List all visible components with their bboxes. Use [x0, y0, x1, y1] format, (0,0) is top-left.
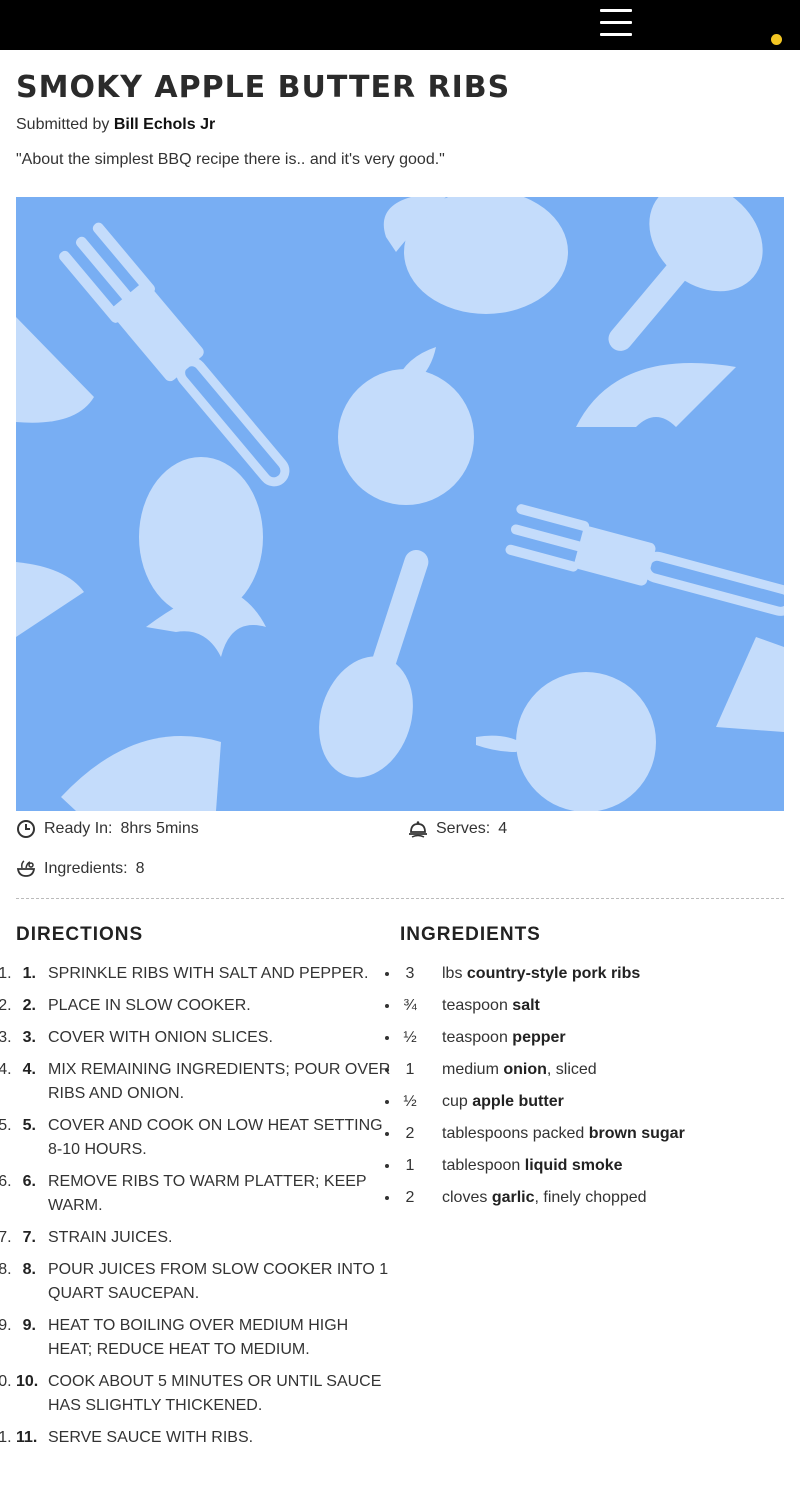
ingredient-unit: lbs: [442, 965, 463, 982]
ingredient-note: , finely chopped: [534, 1189, 647, 1206]
ingredient-name[interactable]: pepper: [512, 1029, 565, 1046]
ingredient-unit: teaspoon: [442, 1029, 508, 1046]
step-number: 8.: [22, 1261, 36, 1278]
direction-step: 5. Cover and cook on low heat setting 8-1…: [16, 1114, 396, 1162]
step-text: Cover and cook on low heat setting 8-10 …: [48, 1117, 383, 1158]
serves-value: 4: [498, 820, 508, 837]
ingredients-list: 3 lbs country-style pork ribs ¾ teaspoon s…: [400, 962, 784, 1218]
section-divider: [16, 898, 784, 899]
direction-step: 3. Cover with onion slices.: [16, 1026, 396, 1050]
ingredients-heading: INGREDIENTS: [400, 924, 541, 945]
ingredient-item: ½ cup apple butter: [400, 1090, 784, 1114]
ready-in-value: 8hrs 5mins: [120, 820, 199, 837]
step-text: Strain juices.: [48, 1229, 173, 1246]
step-number: 5.: [22, 1117, 36, 1134]
ready-in-label: Ready In:: [44, 820, 113, 837]
directions-heading: DIRECTIONS: [16, 924, 144, 945]
notification-dot[interactable]: [771, 34, 782, 45]
serves-label: Serves:: [436, 820, 491, 837]
recipe-image-placeholder: [16, 197, 784, 811]
ingredient-item: 1 medium onion, sliced: [400, 1058, 784, 1082]
ingredient-item: 2 tablespoons packed brown sugar: [400, 1122, 784, 1146]
ready-in-meta: Ready In: 8hrs 5mins: [16, 819, 199, 839]
ingredient-note: , sliced: [546, 1061, 597, 1078]
ingredient-item: ½ teaspoon pepper: [400, 1026, 784, 1050]
recipe-description: "About the simplest BBQ recipe there is.…: [16, 151, 445, 168]
ingredient-quantity: 1: [405, 1157, 415, 1174]
ingredient-unit: medium: [442, 1061, 499, 1078]
step-text: Pour juices from slow cooker into 1 quar…: [48, 1261, 389, 1302]
ingredient-name[interactable]: apple butter: [472, 1093, 564, 1110]
ingredient-unit: teaspoon: [442, 997, 508, 1014]
step-number: 11.: [16, 1429, 38, 1446]
ingredient-name[interactable]: country-style pork ribs: [467, 965, 640, 982]
ingredient-quantity: 2: [405, 1125, 415, 1142]
recipe-title: SMOKY APPLE BUTTER RIBS: [16, 70, 511, 105]
step-text: Serve sauce with ribs.: [48, 1429, 254, 1446]
ingredient-quantity: 2: [405, 1189, 415, 1206]
ingredient-name[interactable]: onion: [503, 1061, 547, 1078]
author-link[interactable]: Bill Echols Jr: [114, 116, 215, 133]
step-number: 9.: [22, 1317, 36, 1334]
ingredients-count-label: Ingredients:: [44, 860, 128, 877]
step-text: Cook about 5 minutes or until sauce has …: [48, 1373, 382, 1414]
ingredients-count-value: 8: [135, 860, 145, 877]
step-number: 10.: [16, 1373, 39, 1390]
direction-step: 9. Heat to boiling over medium high heat;…: [16, 1314, 396, 1362]
direction-step: 10. Cook about 5 minutes or until sauce h…: [16, 1370, 396, 1418]
ingredient-quantity: 1: [405, 1061, 415, 1078]
ingredients-count-meta: Ingredients: 8: [16, 859, 145, 879]
direction-step: 2. Place in slow cooker.: [16, 994, 396, 1018]
step-number: 4.: [22, 1061, 36, 1078]
step-text: Cover with onion slices.: [48, 1029, 273, 1046]
step-number: 3.: [22, 1029, 36, 1046]
direction-step: 8. Pour juices from slow cooker into 1 qu…: [16, 1258, 396, 1306]
ingredient-item: ¾ teaspoon salt: [400, 994, 784, 1018]
step-number: 2.: [22, 997, 36, 1014]
food-pattern-illustration: [16, 197, 784, 811]
step-text: Mix remaining ingredients; pour over rib…: [48, 1061, 391, 1102]
step-text: Sprinkle ribs with salt and pepper.: [48, 965, 369, 982]
ingredient-name[interactable]: garlic: [492, 1189, 535, 1206]
serving-dish-icon: [409, 821, 427, 838]
ingredient-quantity: ½: [403, 1029, 417, 1046]
step-text: Place in slow cooker.: [48, 997, 251, 1014]
step-text: Remove ribs to warm platter; keep warm.: [48, 1173, 367, 1214]
ingredient-quantity: 3: [405, 965, 415, 982]
ingredient-name[interactable]: liquid smoke: [525, 1157, 623, 1174]
top-navigation-bar: [0, 0, 800, 50]
ingredient-name[interactable]: brown sugar: [589, 1125, 685, 1142]
submitted-by: Submitted by Bill Echols Jr: [16, 116, 215, 134]
hamburger-menu-icon[interactable]: [598, 7, 634, 39]
step-text: Heat to boiling over medium high heat; r…: [48, 1317, 349, 1358]
ingredient-item: 3 lbs country-style pork ribs: [400, 962, 784, 986]
submitted-by-label: Submitted by: [16, 116, 110, 133]
serves-meta: Serves: 4: [408, 819, 507, 839]
ingredient-quantity: ½: [403, 1093, 417, 1110]
ingredient-item: 1 tablespoon liquid smoke: [400, 1154, 784, 1178]
direction-step: 4. Mix remaining ingredients; pour over r…: [16, 1058, 396, 1106]
direction-step: 7. Strain juices.: [16, 1226, 396, 1250]
direction-step: 1. Sprinkle ribs with salt and pepper.: [16, 962, 396, 986]
ingredient-unit: cloves: [442, 1189, 488, 1206]
ingredient-unit: tablespoon: [442, 1157, 521, 1174]
ingredient-item: 2 cloves garlic, finely chopped: [400, 1186, 784, 1210]
step-number: 1.: [22, 965, 36, 982]
step-number: 6.: [22, 1173, 36, 1190]
clock-icon: [17, 820, 35, 838]
ingredient-unit: tablespoons packed: [442, 1125, 585, 1142]
ingredient-name[interactable]: salt: [512, 997, 540, 1014]
step-number: 7.: [22, 1229, 36, 1246]
ingredients-bowl-icon: [16, 860, 36, 877]
directions-list: 1. Sprinkle ribs with salt and pepper. 2.…: [16, 962, 396, 1458]
direction-step: 6. Remove ribs to warm platter; keep warm…: [16, 1170, 396, 1218]
ingredient-quantity: ¾: [403, 997, 417, 1014]
direction-step: 11. Serve sauce with ribs.: [16, 1426, 396, 1450]
ingredient-unit: cup: [442, 1093, 468, 1110]
